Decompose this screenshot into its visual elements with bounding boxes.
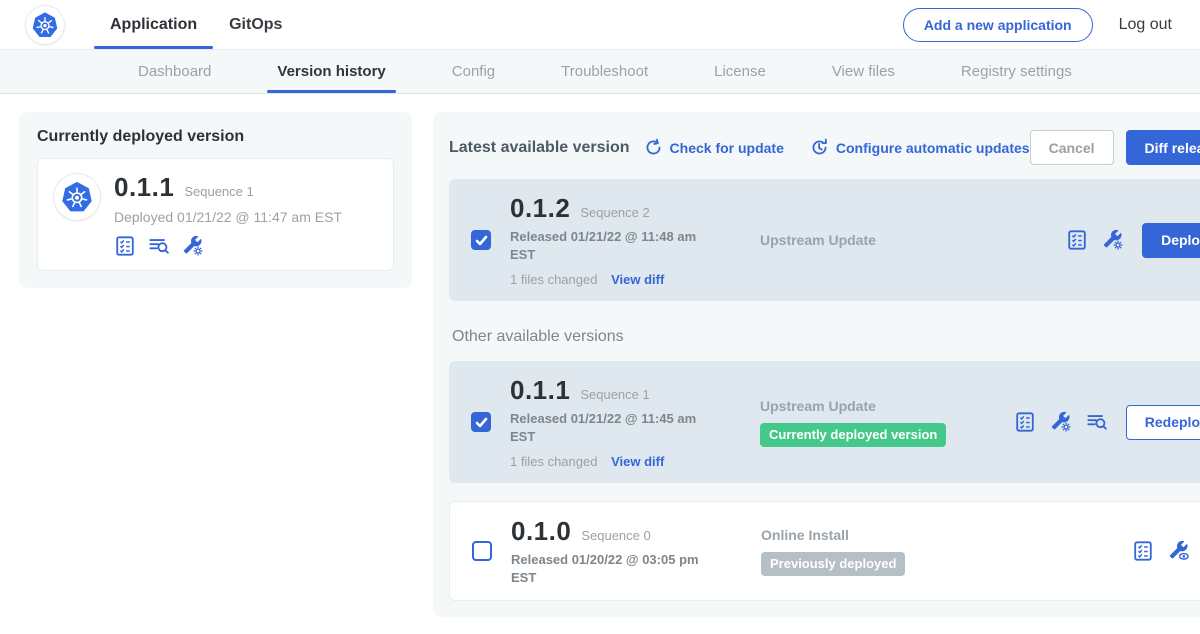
checkmark-icon [475,234,488,247]
version-source: Upstream Update [722,232,1066,248]
tab-application[interactable]: Application [94,0,213,49]
previously-deployed-badge: Previously deployed [761,552,905,576]
preflight-checks-icon[interactable] [114,235,136,257]
view-diff-link[interactable]: View diff [611,272,664,287]
subnav-tab-version-history-label: Version history [277,63,385,80]
cancel-button[interactable]: Cancel [1030,130,1114,165]
sequence-label: Sequence 1 [580,387,649,402]
subnav-tab-config-label: Config [452,63,495,80]
subnav-tab-registry-settings-label: Registry settings [961,63,1072,80]
version-info: 0.1.2 Sequence 2 Released 01/21/22 @ 11:… [510,193,722,287]
redeploy-button[interactable]: Redeploy [1126,405,1200,440]
source-label: Upstream Update [760,398,1014,414]
add-application-button[interactable]: Add a new application [903,8,1093,42]
version-history-panel: Latest available version Check for updat… [433,112,1200,617]
version-checkbox[interactable] [471,230,491,250]
source-label: Upstream Update [760,232,1066,248]
view-logs-icon[interactable] [1086,411,1108,433]
version-info: 0.1.0 Sequence 0 Released 01/20/22 @ 03:… [511,516,723,586]
subnav-tab-dashboard[interactable]: Dashboard [136,50,213,93]
subnav-tab-view-files-label: View files [832,63,895,80]
currently-deployed-title: Currently deployed version [37,128,394,146]
preflight-checks-icon[interactable] [1066,229,1088,251]
sequence-label: Sequence 0 [581,528,650,543]
deployed-actions [114,235,342,257]
tab-gitops-label: GitOps [229,16,282,34]
top-nav-spacer [298,0,902,49]
subnav-tab-view-files[interactable]: View files [830,50,897,93]
kubernetes-logo[interactable] [26,6,64,44]
deployed-version-number: 0.1.1 [114,172,174,203]
latest-version-header: Latest available version Check for updat… [449,130,1200,165]
latest-version-title: Latest available version [449,139,630,157]
logout-button[interactable]: Log out [1119,16,1172,34]
configure-auto-updates-link[interactable]: Configure automatic updates [810,138,1030,157]
subnav-tab-config[interactable]: Config [450,50,497,93]
view-config-icon[interactable] [1168,540,1190,562]
version-checkbox[interactable] [471,412,491,432]
version-row-0-1-1: 0.1.1 Sequence 1 Released 01/21/22 @ 11:… [449,361,1200,483]
deployed-version-info: 0.1.1 Sequence 1 Deployed 01/21/22 @ 11:… [114,172,342,257]
tab-gitops[interactable]: GitOps [213,0,298,49]
version-source: Upstream Update Currently deployed versi… [722,398,1014,447]
currently-deployed-panel: Currently deployed version 0.1.1 Sequenc… [19,112,412,288]
check-for-update-link[interactable]: Check for update [644,138,784,157]
sequence-label: Sequence 2 [580,205,649,220]
version-info: 0.1.1 Sequence 1 Released 01/21/22 @ 11:… [510,375,722,469]
version-actions: Deploy [1066,223,1200,258]
deploy-button[interactable]: Deploy [1142,223,1200,258]
version-actions: Redeploy [1014,405,1200,440]
deployed-version-card: 0.1.1 Sequence 1 Deployed 01/21/22 @ 11:… [37,158,394,271]
version-row-0-1-2: 0.1.2 Sequence 2 Released 01/21/22 @ 11:… [449,179,1200,301]
preflight-checks-icon[interactable] [1014,411,1036,433]
version-checkbox[interactable] [472,541,492,561]
files-changed-label: 1 files changed [510,272,597,287]
diff-releases-button[interactable]: Diff releases [1126,130,1200,165]
app-logo-badge [54,174,100,220]
configure-auto-updates-label: Configure automatic updates [836,140,1030,156]
version-number: 0.1.1 [510,375,570,406]
edit-config-icon[interactable] [182,235,204,257]
edit-config-icon[interactable] [1050,411,1072,433]
preflight-checks-icon[interactable] [1132,540,1154,562]
checkmark-icon [475,416,488,429]
kubernetes-wheel-icon [30,10,60,40]
edit-config-icon[interactable] [1102,229,1124,251]
top-tabs: Application GitOps [94,0,298,49]
main-content: Currently deployed version 0.1.1 Sequenc… [0,94,1200,634]
files-changed-label: 1 files changed [510,454,597,469]
subnav-tab-registry-settings[interactable]: Registry settings [959,50,1074,93]
subnav-tab-license[interactable]: License [712,50,768,93]
subnav-tab-troubleshoot-label: Troubleshoot [561,63,648,80]
clock-refresh-icon [810,138,829,157]
source-label: Online Install [761,527,1132,543]
deployed-sequence-label: Sequence 1 [184,184,253,199]
refresh-icon [644,138,663,157]
admin-console: Application GitOps Add a new application… [0,0,1200,634]
released-timestamp: Released 01/21/22 @ 11:45 am EST [510,410,722,445]
view-diff-link[interactable]: View diff [611,454,664,469]
deployed-timestamp: Deployed 01/21/22 @ 11:47 am EST [114,209,342,225]
subnav-tab-version-history[interactable]: Version history [275,50,387,93]
currently-deployed-badge: Currently deployed version [760,423,946,447]
tab-application-label: Application [110,16,197,34]
version-source: Online Install Previously deployed [723,527,1132,576]
released-timestamp: Released 01/20/22 @ 03:05 pm EST [511,551,723,586]
version-row-0-1-0: 0.1.0 Sequence 0 Released 01/20/22 @ 03:… [449,501,1200,601]
top-nav: Application GitOps Add a new application… [0,0,1200,50]
view-files-diff-icon[interactable] [148,235,170,257]
app-subnav: Dashboard Version history Config Trouble… [0,50,1200,94]
subnav-tab-troubleshoot[interactable]: Troubleshoot [559,50,650,93]
subnav-tab-license-label: License [714,63,766,80]
subnav-tab-dashboard-label: Dashboard [138,63,211,80]
version-number: 0.1.2 [510,193,570,224]
version-number: 0.1.0 [511,516,571,547]
released-timestamp: Released 01/21/22 @ 11:48 am EST [510,228,722,263]
version-actions [1132,540,1200,562]
check-for-update-label: Check for update [670,140,784,156]
other-versions-title: Other available versions [452,328,1200,346]
kubernetes-wheel-icon [59,179,95,215]
